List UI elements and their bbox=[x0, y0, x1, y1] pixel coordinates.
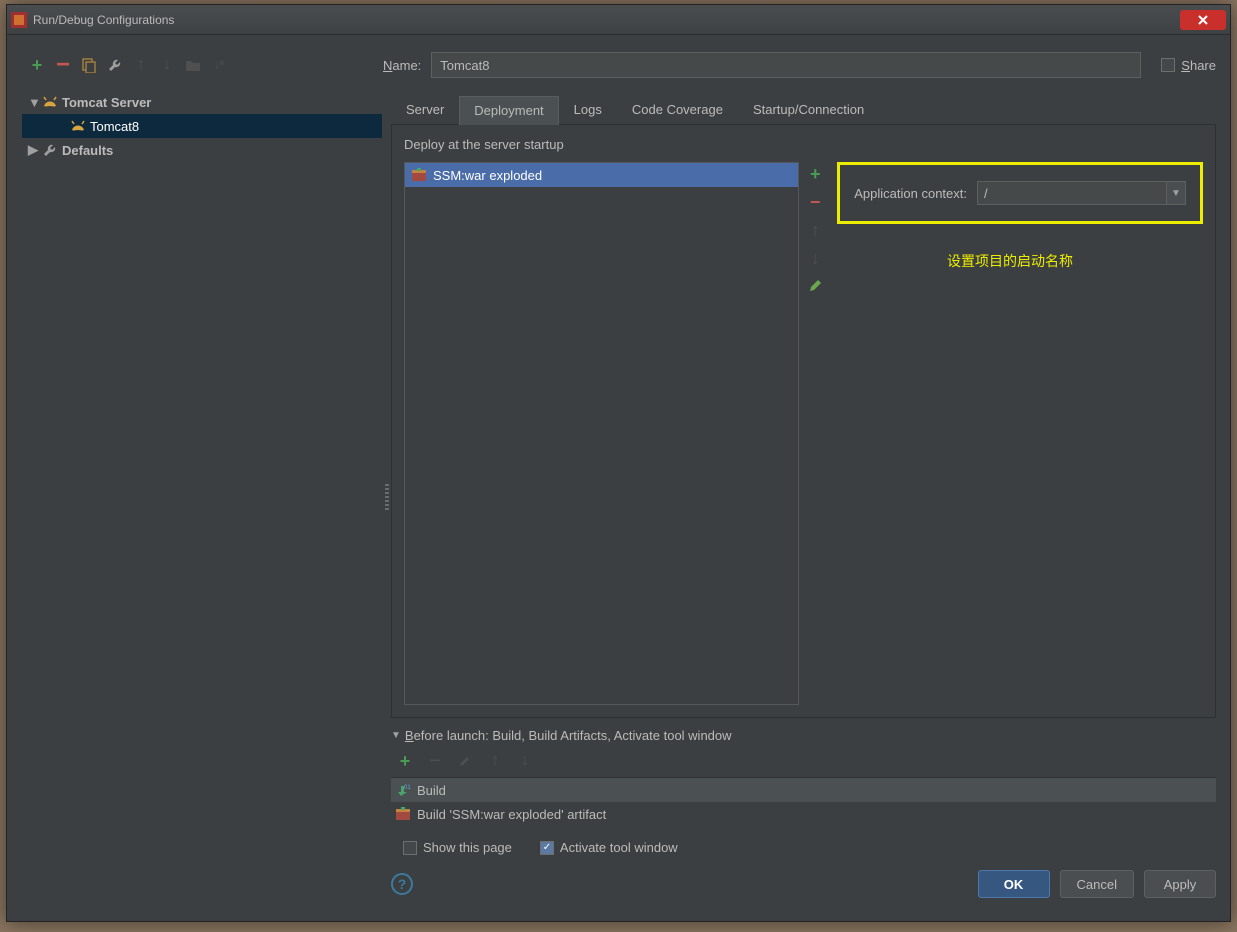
context-panel-highlight: Application context: ▼ bbox=[837, 162, 1203, 224]
folder-icon bbox=[185, 58, 201, 72]
wrench-icon bbox=[107, 57, 123, 73]
tab-startup-connection[interactable]: Startup/Connection bbox=[738, 95, 879, 124]
ok-button[interactable]: OK bbox=[978, 870, 1050, 898]
chevron-right-icon: ▶ bbox=[28, 142, 38, 158]
tab-logs[interactable]: Logs bbox=[559, 95, 617, 124]
checkbox-icon bbox=[1161, 58, 1175, 72]
checkbox-checked-icon: ✓ bbox=[540, 841, 554, 855]
artifact-item[interactable]: SSM:war exploded bbox=[405, 163, 798, 187]
chevron-down-icon: ▼ bbox=[28, 95, 38, 110]
help-button[interactable]: ? bbox=[391, 873, 413, 895]
artifact-toolbar: + − ↑ ↓ bbox=[805, 162, 825, 705]
artifact-down-button: ↓ bbox=[805, 248, 825, 268]
tomcat-icon bbox=[70, 118, 86, 134]
activate-tool-window-checkbox[interactable]: ✓ Activate tool window bbox=[540, 840, 678, 855]
bl-item-build[interactable]: 01 Build bbox=[391, 778, 1216, 802]
remove-artifact-button[interactable]: − bbox=[805, 192, 825, 212]
chevron-down-icon: ▼ bbox=[391, 730, 401, 741]
close-button[interactable] bbox=[1180, 10, 1226, 30]
tab-deployment[interactable]: Deployment bbox=[459, 96, 558, 125]
splitter[interactable] bbox=[383, 87, 391, 907]
bl-up-button: ↑ bbox=[485, 751, 505, 771]
bl-edit-button bbox=[455, 751, 475, 771]
tomcat-icon bbox=[42, 94, 58, 110]
cancel-button[interactable]: Cancel bbox=[1060, 870, 1134, 898]
artifact-list[interactable]: SSM:war exploded bbox=[404, 162, 799, 705]
remove-config-button[interactable]: − bbox=[53, 55, 73, 75]
edit-artifact-button[interactable] bbox=[805, 276, 825, 296]
tree-group-tomcat[interactable]: ▼ Tomcat Server bbox=[22, 90, 382, 114]
edit-defaults-button[interactable] bbox=[105, 55, 125, 75]
app-icon bbox=[11, 12, 27, 28]
bl-item-build-artifact[interactable]: Build 'SSM:war exploded' artifact bbox=[391, 802, 1216, 826]
context-label: Application context: bbox=[854, 186, 967, 201]
wrench-icon bbox=[42, 142, 58, 158]
add-artifact-button[interactable]: + bbox=[805, 164, 825, 184]
move-up-button: ↑ bbox=[131, 55, 151, 75]
name-label: Name: bbox=[383, 58, 421, 73]
artifact-up-button: ↑ bbox=[805, 220, 825, 240]
tabs: Server Deployment Logs Code Coverage Sta… bbox=[391, 95, 1216, 125]
bl-down-button: ↓ bbox=[515, 751, 535, 771]
checkbox-icon bbox=[403, 841, 417, 855]
bl-add-button[interactable]: + bbox=[395, 751, 415, 771]
dialog-content: + − ↑ ↓ ↓ª Name: Sha bbox=[7, 35, 1230, 921]
move-down-button: ↓ bbox=[157, 55, 177, 75]
deployment-panel: Deploy at the server startup SSM:war exp… bbox=[391, 125, 1216, 718]
share-checkbox[interactable]: Share bbox=[1161, 58, 1216, 73]
sort-button: ↓ª bbox=[209, 55, 229, 75]
pencil-icon bbox=[458, 754, 472, 768]
tree-item-tomcat8[interactable]: Tomcat8 bbox=[22, 114, 382, 138]
tree-group-defaults[interactable]: ▶ Defaults bbox=[22, 138, 382, 162]
config-tree[interactable]: ▼ Tomcat Server Tomcat8 ▶ bbox=[21, 87, 383, 907]
context-dropdown[interactable]: ▼ bbox=[1166, 181, 1186, 205]
config-toolbar: + − ↑ ↓ ↓ª bbox=[21, 45, 383, 85]
name-input[interactable] bbox=[431, 52, 1141, 78]
apply-button[interactable]: Apply bbox=[1144, 870, 1216, 898]
artifact-icon bbox=[411, 167, 427, 183]
before-launch-header[interactable]: ▼ Before launch: Build, Build Artifacts,… bbox=[391, 728, 1216, 743]
before-launch-section: ▼ Before launch: Build, Build Artifacts,… bbox=[391, 728, 1216, 855]
context-input[interactable] bbox=[977, 181, 1166, 205]
dialog-footer: ? OK Cancel Apply bbox=[391, 861, 1216, 907]
annotation-text: 设置项目的启动名称 bbox=[947, 251, 1073, 271]
svg-text:01: 01 bbox=[404, 785, 411, 791]
tab-code-coverage[interactable]: Code Coverage bbox=[617, 95, 738, 124]
dialog-window: Run/Debug Configurations + − ↑ ↓ ↓ª bbox=[6, 4, 1231, 922]
before-launch-list[interactable]: 01 Build Build 'SSM:war exploded' artifa… bbox=[391, 777, 1216, 826]
window-title: Run/Debug Configurations bbox=[33, 13, 1180, 27]
close-icon bbox=[1197, 14, 1209, 26]
add-config-button[interactable]: + bbox=[27, 55, 47, 75]
before-launch-toolbar: + − ↑ ↓ bbox=[391, 751, 1216, 771]
deploy-section-label: Deploy at the server startup bbox=[404, 137, 1203, 152]
show-page-checkbox[interactable]: Show this page bbox=[403, 840, 512, 855]
folder-button bbox=[183, 55, 203, 75]
pencil-icon bbox=[807, 278, 823, 294]
titlebar[interactable]: Run/Debug Configurations bbox=[7, 5, 1230, 35]
artifact-icon bbox=[395, 806, 411, 822]
copy-config-button[interactable] bbox=[79, 55, 99, 75]
build-icon: 01 bbox=[395, 782, 411, 798]
bl-remove-button: − bbox=[425, 751, 445, 771]
tab-server[interactable]: Server bbox=[391, 95, 459, 124]
